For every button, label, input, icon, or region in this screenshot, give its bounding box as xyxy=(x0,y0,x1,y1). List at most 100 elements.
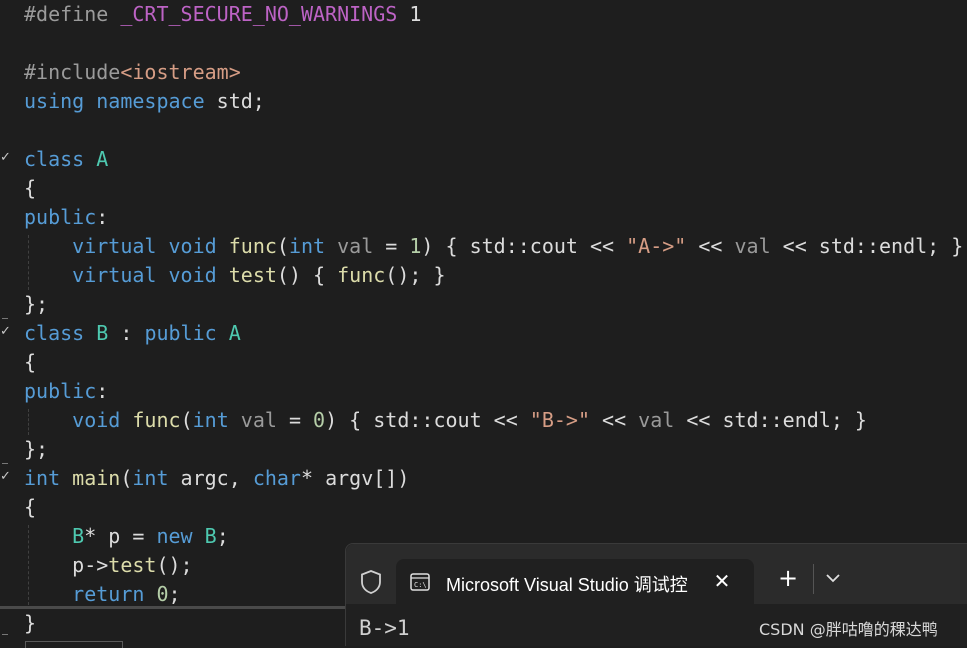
chevron-down-icon[interactable] xyxy=(822,566,844,590)
code-line[interactable]: } xyxy=(24,609,36,638)
code-token: }; xyxy=(24,292,49,316)
code-token: std; xyxy=(204,89,265,113)
code-line[interactable]: #include<iostream> xyxy=(24,58,241,87)
code-token: () { xyxy=(276,263,338,287)
code-token: { xyxy=(24,350,37,374)
code-line[interactable]: }; xyxy=(24,290,48,319)
code-line[interactable]: class B : public A xyxy=(24,319,241,348)
fold-toggle-icon[interactable]: ✓ xyxy=(0,151,11,165)
code-token: ; xyxy=(168,582,181,606)
code-token: int xyxy=(24,466,61,490)
code-token: #define xyxy=(24,2,121,26)
code-line[interactable]: virtual void func(int val = 1) { std::co… xyxy=(24,232,963,261)
code-token: virtual xyxy=(72,263,157,287)
code-token: << xyxy=(686,234,735,258)
code-token: func xyxy=(228,234,277,258)
code-token: } xyxy=(24,611,37,635)
code-token: A xyxy=(96,147,109,171)
code-token: #include xyxy=(24,60,121,84)
code-line[interactable]: #define _CRT_SECURE_NO_WARNINGS 1 xyxy=(24,0,421,29)
code-token: int xyxy=(132,466,169,490)
code-token: (); } xyxy=(385,263,446,287)
code-token: int xyxy=(192,408,229,432)
close-tab-button[interactable]: ✕ xyxy=(710,569,734,593)
scrollbar-thumb[interactable] xyxy=(25,641,123,648)
code-token: ) { std::cout << xyxy=(325,408,530,432)
code-line[interactable]: public: xyxy=(24,377,108,406)
terminal-tab[interactable]: C:\ Microsoft Visual Studio 调试控 ✕ xyxy=(396,559,754,606)
code-token: "B->" xyxy=(529,408,590,432)
code-token: { xyxy=(24,176,37,200)
code-token: ) { std::cout << xyxy=(421,234,627,258)
terminal-output: B->1 xyxy=(359,616,410,640)
code-token: public xyxy=(24,379,97,403)
tabbar-divider xyxy=(813,564,814,594)
code-line[interactable]: }; xyxy=(24,435,48,464)
fold-end-marker xyxy=(2,318,8,319)
code-line[interactable]: { xyxy=(24,348,36,377)
code-token: << xyxy=(590,408,639,432)
code-token: { xyxy=(24,495,37,519)
indent-guide xyxy=(28,525,29,605)
code-token: void xyxy=(72,408,121,432)
code-token: << std::endl; } xyxy=(674,408,867,432)
code-token: <iostream> xyxy=(120,60,241,84)
indent-guide xyxy=(28,235,29,290)
fold-toggle-icon[interactable]: ✓ xyxy=(0,325,11,339)
new-tab-button[interactable]: + xyxy=(776,566,800,590)
code-token: _CRT_SECURE_NO_WARNINGS xyxy=(120,2,398,26)
code-token: virtual xyxy=(72,234,157,258)
code-line[interactable]: using namespace std; xyxy=(24,87,265,116)
fold-end-marker xyxy=(2,634,8,635)
console-icon: C:\ xyxy=(410,573,430,591)
fold-toggle-icon[interactable]: ✓ xyxy=(0,470,11,484)
code-token: val xyxy=(734,234,771,258)
code-token: 1 xyxy=(397,2,422,26)
code-token: char xyxy=(252,466,301,490)
code-token: : xyxy=(96,205,109,229)
code-token: A xyxy=(228,321,241,345)
code-token: public xyxy=(24,205,97,229)
code-token: B xyxy=(96,321,109,345)
code-line[interactable]: { xyxy=(24,493,36,522)
tab-title: Microsoft Visual Studio 调试控 xyxy=(446,575,688,595)
horizontal-scrollbar[interactable] xyxy=(0,606,345,609)
code-line[interactable]: void func(int val = 0) { std::cout << "B… xyxy=(24,406,867,435)
code-token: * argv[]) xyxy=(300,466,410,490)
code-token: 0 xyxy=(313,408,326,432)
code-token: test xyxy=(228,263,277,287)
code-token: int xyxy=(288,234,326,258)
code-line[interactable]: { xyxy=(24,174,36,203)
code-token: = xyxy=(276,408,314,432)
code-line[interactable]: virtual void test() { func(); } xyxy=(24,261,446,290)
code-line[interactable]: return 0; xyxy=(24,580,181,609)
code-token: : xyxy=(96,379,109,403)
code-token: argc, xyxy=(168,466,253,490)
code-token: new xyxy=(156,524,193,548)
code-line[interactable]: p->test(); xyxy=(24,551,192,580)
shield-icon[interactable] xyxy=(360,569,382,595)
code-line[interactable]: public: xyxy=(24,203,108,232)
code-token: func xyxy=(132,408,181,432)
code-line[interactable]: int main(int argc, char* argv[]) xyxy=(24,464,409,493)
code-token: 1 xyxy=(409,234,422,258)
code-token: 0 xyxy=(156,582,169,606)
code-token: val xyxy=(337,234,374,258)
code-line[interactable]: class A xyxy=(24,145,108,174)
code-line[interactable]: B* p = new B; xyxy=(24,522,229,551)
watermark: CSDN @胖咕噜的稞达鸭 xyxy=(759,620,938,639)
code-token: class xyxy=(24,147,85,171)
